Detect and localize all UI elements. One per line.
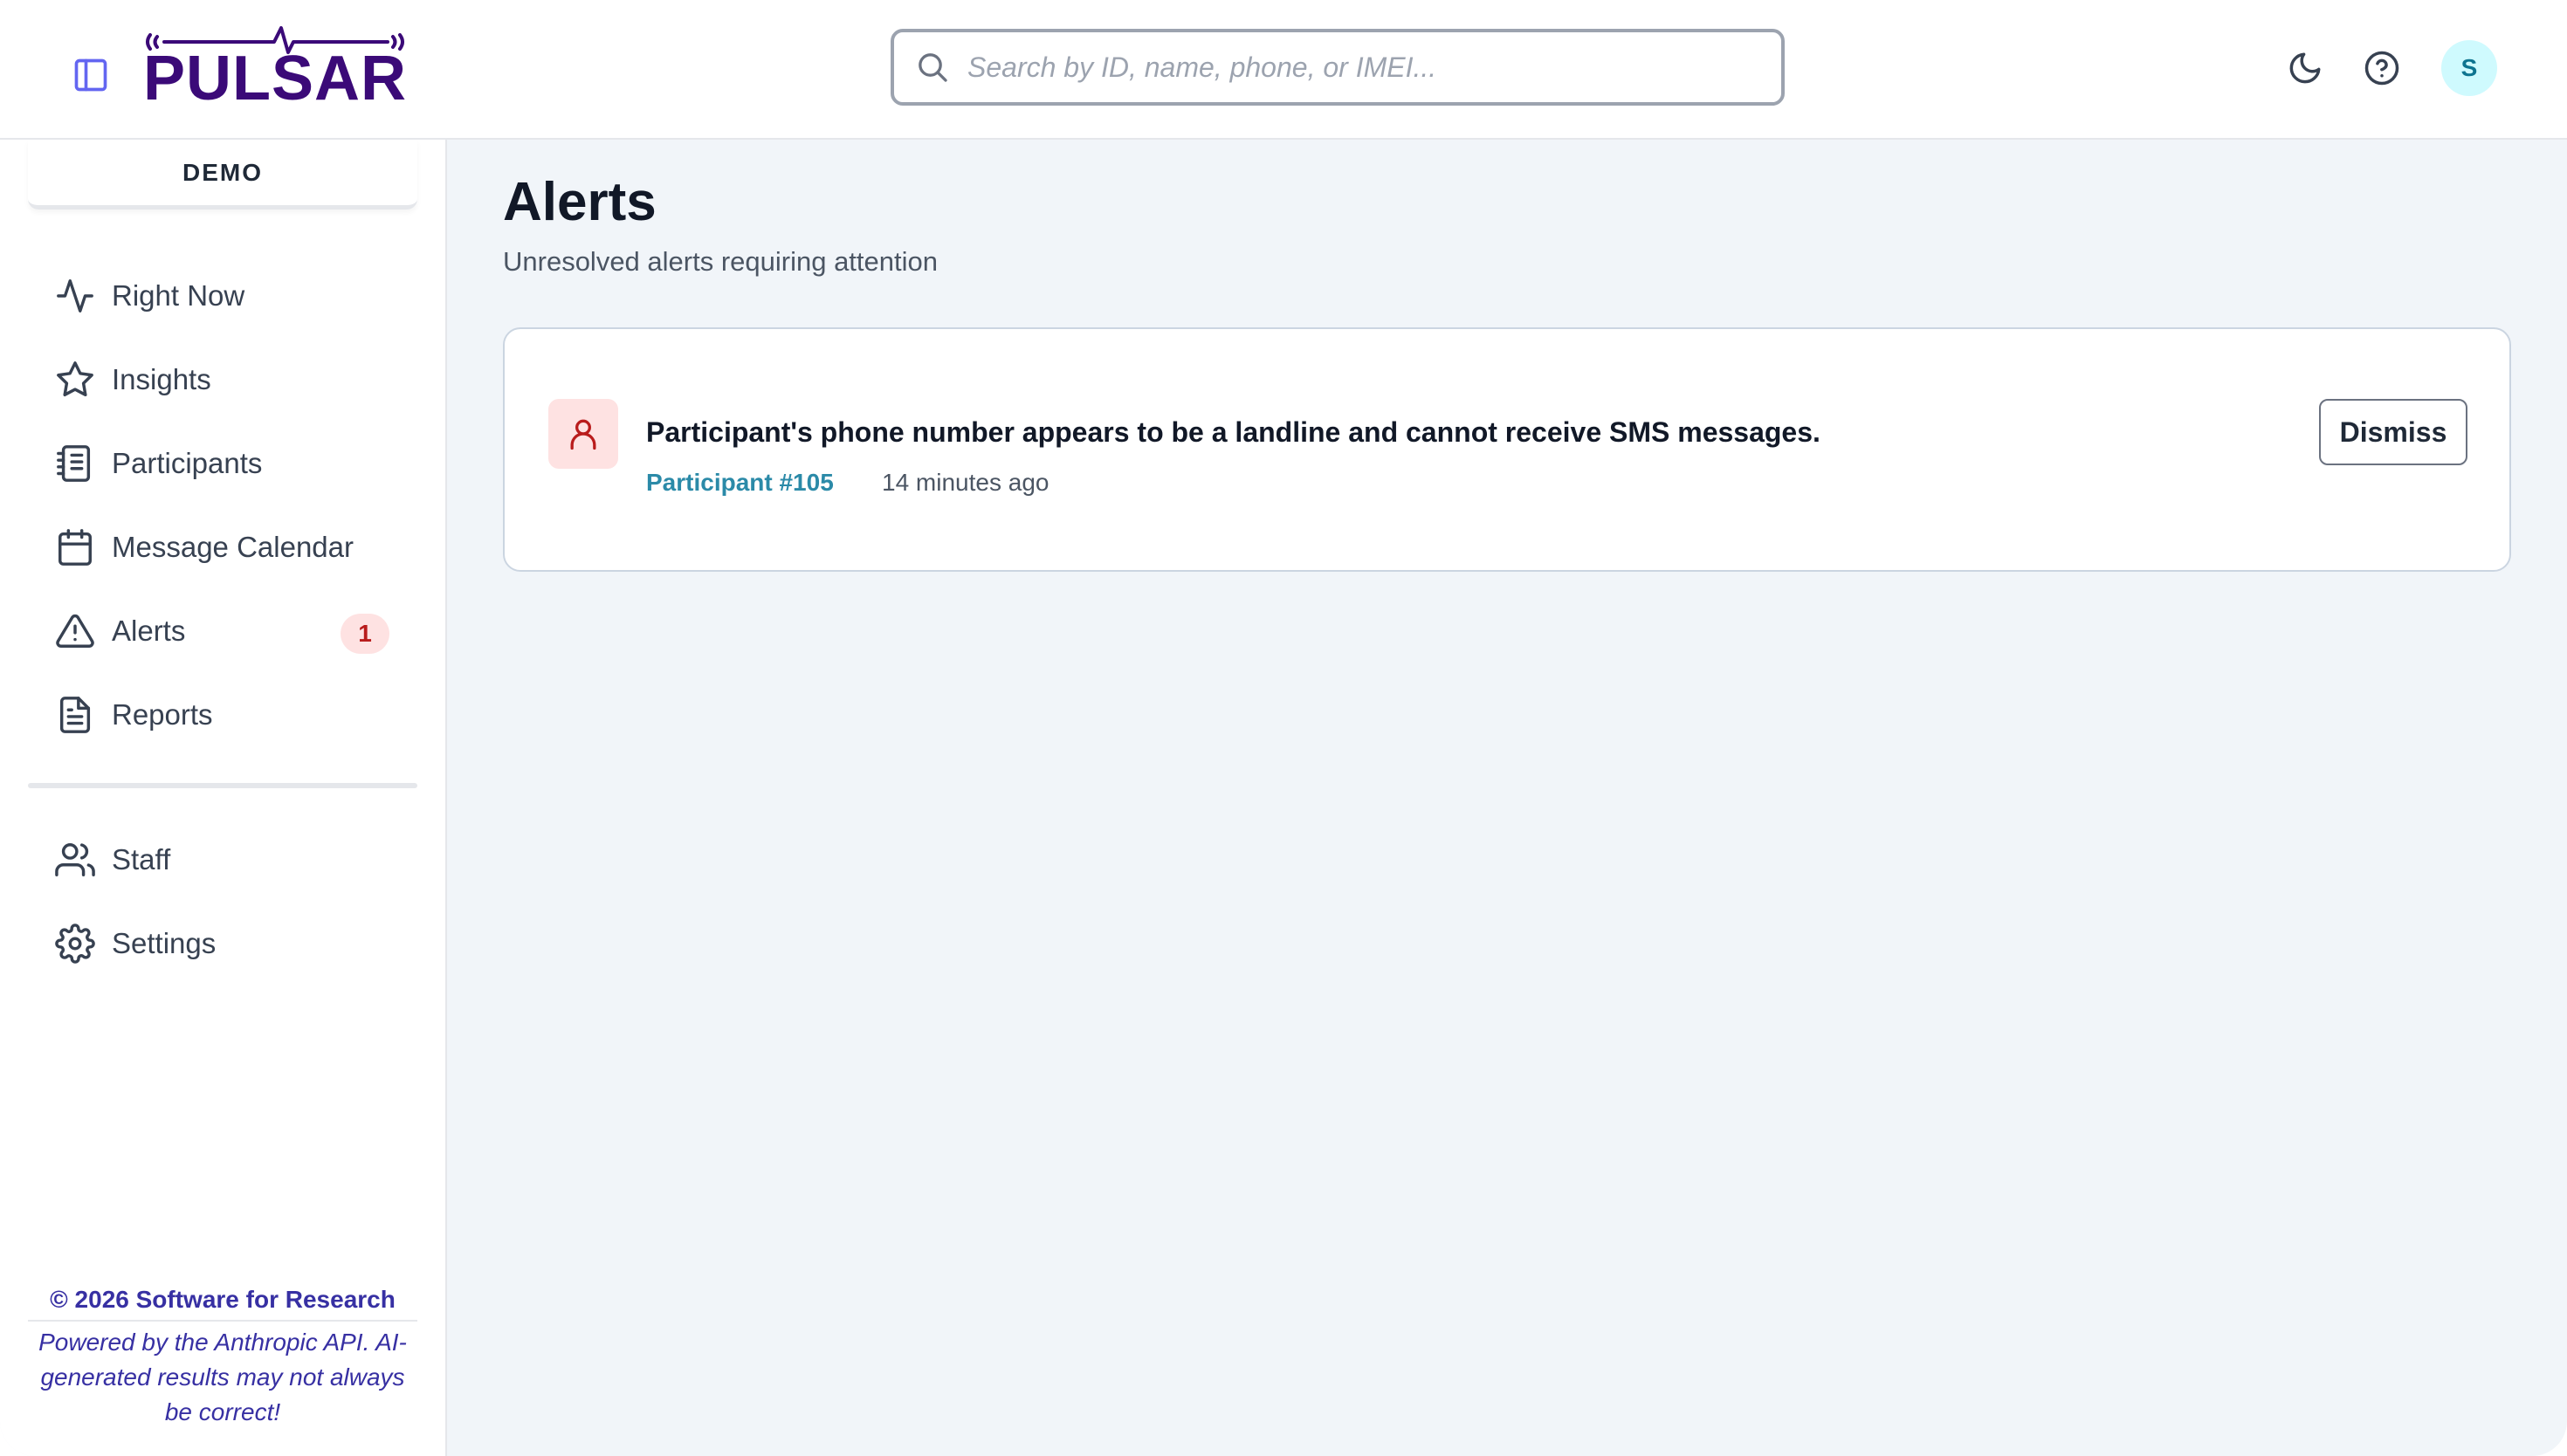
page-title: Alerts	[503, 172, 657, 232]
alert-icon-box	[548, 399, 618, 469]
footer-disclaimer: Powered by the Anthropic API. AI-generat…	[38, 1329, 407, 1425]
notebook-icon	[54, 443, 96, 484]
sidebar: DEMO Right Now Insights Participants Mes…	[0, 140, 447, 1456]
sidebar-item-reports[interactable]: Reports	[28, 681, 417, 749]
sidebar-item-label: Reports	[112, 698, 213, 731]
sidebar-item-label: Right Now	[112, 279, 245, 312]
calendar-icon	[54, 526, 96, 568]
pulsar-logo[interactable]: PULSAR	[143, 23, 407, 113]
sidebar-item-label: Participants	[112, 447, 263, 479]
alert-timestamp: 14 minutes ago	[882, 469, 1050, 496]
sidebar-item-participants[interactable]: Participants	[28, 429, 417, 498]
sidebar-divider	[28, 783, 417, 788]
sidebar-item-staff[interactable]: Staff	[28, 826, 417, 894]
moon-icon	[2289, 52, 2321, 84]
activity-icon	[54, 275, 96, 317]
star-icon	[54, 359, 96, 401]
sidebar-item-alerts[interactable]: Alerts 1	[28, 597, 417, 665]
global-search[interactable]	[891, 29, 1785, 106]
app-window: PULSAR S DEMO	[0, 0, 2567, 1456]
help-icon	[2364, 51, 2399, 86]
search-input[interactable]	[967, 51, 1753, 84]
alert-message: Participant's phone number appears to be…	[646, 416, 1820, 448]
alerts-count-badge: 1	[341, 614, 389, 654]
sidebar-item-message-calendar[interactable]: Message Calendar	[28, 513, 417, 581]
sidebar-item-label: Alerts	[112, 615, 186, 647]
dismiss-button[interactable]: Dismiss	[2319, 399, 2467, 465]
user-avatar[interactable]: S	[2441, 40, 2497, 96]
workspace-label[interactable]: DEMO	[28, 140, 417, 209]
sidebar-item-label: Staff	[112, 843, 171, 876]
theme-toggle-button[interactable]	[2282, 45, 2328, 91]
sidebar-toggle-button[interactable]	[68, 56, 114, 94]
top-header: PULSAR S	[0, 0, 2567, 140]
alert-card: Participant's phone number appears to be…	[503, 327, 2511, 572]
sidebar-item-settings[interactable]: Settings	[28, 910, 417, 978]
document-icon	[54, 694, 96, 736]
help-button[interactable]	[2359, 45, 2405, 91]
sidebar-item-label: Message Calendar	[112, 531, 354, 563]
sidebar-item-label: Settings	[112, 927, 217, 959]
logo-text: PULSAR	[143, 44, 407, 106]
sidebar-toggle-icon	[74, 58, 107, 92]
participant-link[interactable]: Participant #105	[646, 469, 834, 497]
user-icon	[570, 419, 596, 450]
sidebar-item-label: Insights	[112, 363, 211, 395]
sidebar-item-insights[interactable]: Insights	[28, 346, 417, 414]
page-subtitle: Unresolved alerts requiring attention	[503, 246, 938, 277]
users-icon	[54, 839, 96, 881]
footer-copyright: © 2026 Software for Research	[28, 1280, 417, 1322]
warning-icon	[54, 610, 96, 652]
gear-icon	[54, 923, 96, 965]
search-icon	[919, 53, 947, 82]
sidebar-item-right-now[interactable]: Right Now	[28, 262, 417, 330]
